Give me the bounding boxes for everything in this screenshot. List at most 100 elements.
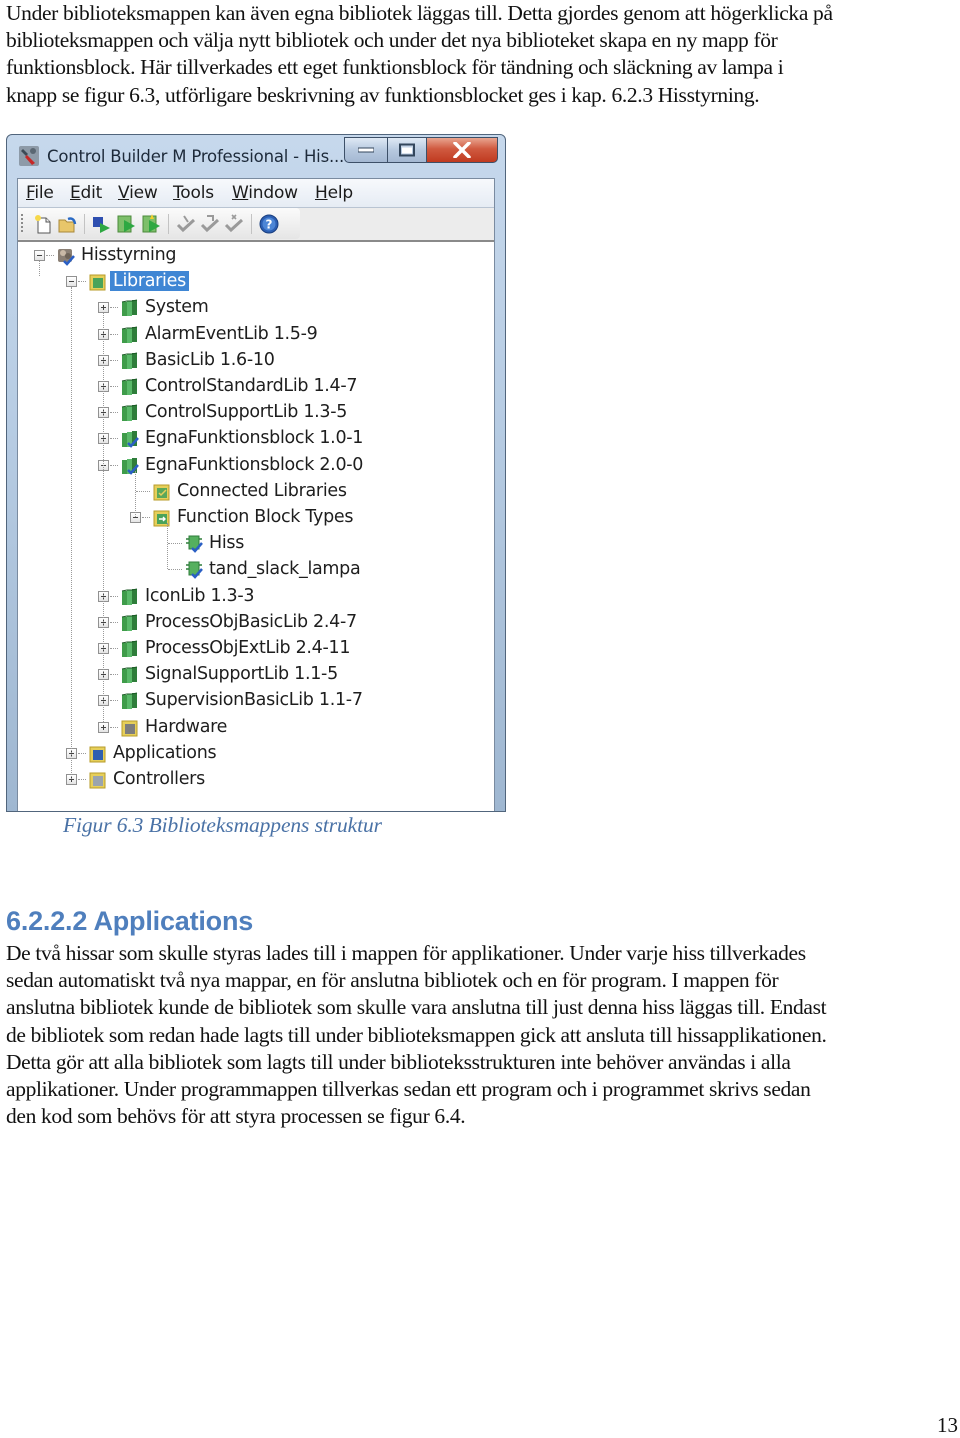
menu-edit[interactable]: Edit bbox=[70, 183, 102, 203]
toolbar-grip[interactable] bbox=[21, 214, 23, 234]
maximize-button[interactable] bbox=[387, 137, 427, 163]
library-icon bbox=[120, 403, 140, 423]
connected-libraries-icon bbox=[152, 482, 172, 502]
tree-node-label: SignalSupportLib 1.1-5 bbox=[145, 664, 338, 685]
toolbar-separator bbox=[251, 214, 252, 234]
uncheck-icon[interactable] bbox=[223, 213, 245, 235]
tree-node-connected-libraries[interactable]: Connected Libraries bbox=[18, 480, 494, 506]
tree-node-controllers[interactable]: Controllers bbox=[18, 768, 494, 794]
tree-node-libraries[interactable]: Libraries bbox=[18, 270, 494, 296]
tree-node-label: Hisstyrning bbox=[81, 245, 177, 265]
tree-connector bbox=[110, 412, 118, 414]
menu-view[interactable]: View bbox=[118, 183, 158, 203]
test-mode-icon[interactable] bbox=[140, 213, 162, 235]
library-icon bbox=[120, 587, 140, 607]
tree-connector bbox=[142, 517, 150, 518]
download-icon[interactable] bbox=[90, 213, 112, 235]
menu-help[interactable]: Help bbox=[315, 183, 353, 203]
text-line: applikationer. Under programmappen tillv… bbox=[6, 1077, 811, 1102]
text-line: Detta gör att alla bibliotek som lagts t… bbox=[6, 1049, 791, 1074]
tree-connector bbox=[110, 648, 118, 649]
tree-node-function-block[interactable]: tand_slack_lampa bbox=[18, 558, 494, 584]
tree-connector bbox=[46, 255, 54, 256]
library-icon bbox=[120, 351, 140, 371]
hardware-icon bbox=[120, 718, 140, 738]
open-folder-icon[interactable] bbox=[56, 213, 78, 235]
tree-node-label: Controllers bbox=[113, 769, 205, 789]
intro-paragraph: Under biblioteksmappen kan även egna bib… bbox=[6, 0, 960, 109]
tree-node-label: AlarmEventLib 1.5-9 bbox=[145, 323, 318, 344]
new-document-icon[interactable] bbox=[32, 213, 54, 235]
tree-node-label: Function Block Types bbox=[177, 507, 354, 527]
menu-file[interactable]: File bbox=[26, 183, 54, 203]
minimize-button[interactable] bbox=[344, 137, 388, 163]
tree-node-library[interactable]: SupervisionBasicLib 1.1-7 bbox=[18, 689, 494, 715]
tree-node-label: Connected Libraries bbox=[177, 480, 347, 501]
minimize-icon bbox=[358, 147, 374, 153]
tree-node-label: IconLib 1.3-3 bbox=[145, 585, 255, 606]
help-icon[interactable]: ? bbox=[258, 213, 280, 235]
tree-node-label: EgnaFunktionsblock 1.0-1 bbox=[145, 428, 364, 449]
tree-node-function-block[interactable]: Hiss bbox=[18, 532, 494, 558]
tree-node-library[interactable]: EgnaFunktionsblock 2.0-0 bbox=[18, 454, 494, 480]
tree-connector bbox=[110, 359, 118, 361]
tree-guide-line bbox=[103, 313, 104, 722]
tree-node-label: ProcessObjExtLib 2.4-11 bbox=[145, 638, 351, 658]
tree-node-hardware[interactable]: Hardware bbox=[18, 716, 494, 742]
library-icon bbox=[120, 639, 140, 659]
collapse-icon[interactable] bbox=[66, 276, 77, 288]
text-line: knapp se figur 6.3, utförligare beskrivn… bbox=[6, 82, 760, 107]
check-all-icon[interactable] bbox=[199, 213, 221, 235]
tree-node-library[interactable]: ControlStandardLib 1.4-7 bbox=[18, 375, 494, 401]
check-icon[interactable] bbox=[175, 213, 197, 235]
tree-connector bbox=[110, 333, 118, 335]
tree-connector bbox=[110, 595, 118, 597]
section-paragraph: De två hissar som skulle styras lades ti… bbox=[6, 940, 960, 1130]
tree-connector bbox=[168, 569, 182, 571]
close-icon bbox=[453, 142, 471, 158]
tree-connector bbox=[110, 386, 118, 387]
controllers-folder-icon bbox=[88, 770, 108, 790]
tree-connector bbox=[78, 752, 86, 754]
tree-node-library[interactable]: ControlSupportLib 1.3-5 bbox=[18, 401, 494, 427]
go-online-icon[interactable] bbox=[115, 213, 137, 235]
collapse-icon[interactable] bbox=[34, 250, 45, 261]
tree-node-library[interactable]: BasicLib 1.6-10 bbox=[18, 349, 494, 375]
close-button[interactable] bbox=[426, 137, 498, 163]
text-line: anslutna bibliotek kunde de bibliotek so… bbox=[6, 995, 827, 1020]
expand-icon[interactable] bbox=[98, 302, 109, 314]
tree-node-library[interactable]: EgnaFunktionsblock 1.0-1 bbox=[18, 427, 494, 453]
toolbar-area: ? bbox=[18, 208, 494, 242]
tree-connector bbox=[168, 543, 182, 545]
tree-connector bbox=[110, 621, 118, 623]
project-tree: Hisstyrning Libraries System AlarmEventLib … bbox=[18, 242, 494, 811]
tree-node-library[interactable]: ProcessObjExtLib 2.4-11 bbox=[18, 637, 494, 663]
title-bar[interactable]: Control Builder M Professional - His... bbox=[7, 135, 505, 175]
function-block-icon bbox=[184, 560, 204, 580]
tree-node-function-block-types[interactable]: Function Block Types bbox=[18, 506, 494, 532]
tree-node-library[interactable]: IconLib 1.3-3 bbox=[18, 585, 494, 611]
tree-node-library[interactable]: System bbox=[18, 296, 494, 322]
tree-node-library[interactable]: ProcessObjBasicLib 2.4-7 bbox=[18, 611, 494, 637]
expand-icon[interactable] bbox=[98, 721, 109, 733]
library-icon bbox=[120, 613, 140, 633]
tree-node-library[interactable]: SignalSupportLib 1.1-5 bbox=[18, 663, 494, 689]
menu-tools[interactable]: Tools bbox=[173, 183, 214, 203]
tree-connector bbox=[110, 464, 118, 466]
function-block-icon bbox=[184, 534, 204, 554]
function-block-folder-icon bbox=[152, 508, 172, 528]
library-icon bbox=[120, 665, 140, 685]
tree-connector bbox=[110, 307, 118, 309]
library-checked-icon bbox=[120, 429, 140, 449]
tree-node-library[interactable]: AlarmEventLib 1.5-9 bbox=[18, 323, 494, 349]
menu-window[interactable]: Window bbox=[232, 183, 298, 203]
library-checked-icon bbox=[120, 456, 140, 476]
svg-text:?: ? bbox=[266, 218, 273, 232]
tree-connector bbox=[136, 490, 150, 492]
tree-node-hisstyrning[interactable]: Hisstyrning bbox=[18, 244, 494, 270]
tree-node-label: ControlSupportLib 1.3-5 bbox=[145, 402, 348, 423]
libraries-folder-icon bbox=[88, 272, 108, 292]
tree-node-applications[interactable]: Applications bbox=[18, 742, 494, 768]
text-line: sedan automatiskt två nya mappar, en för… bbox=[6, 968, 779, 993]
project-icon bbox=[56, 246, 76, 266]
